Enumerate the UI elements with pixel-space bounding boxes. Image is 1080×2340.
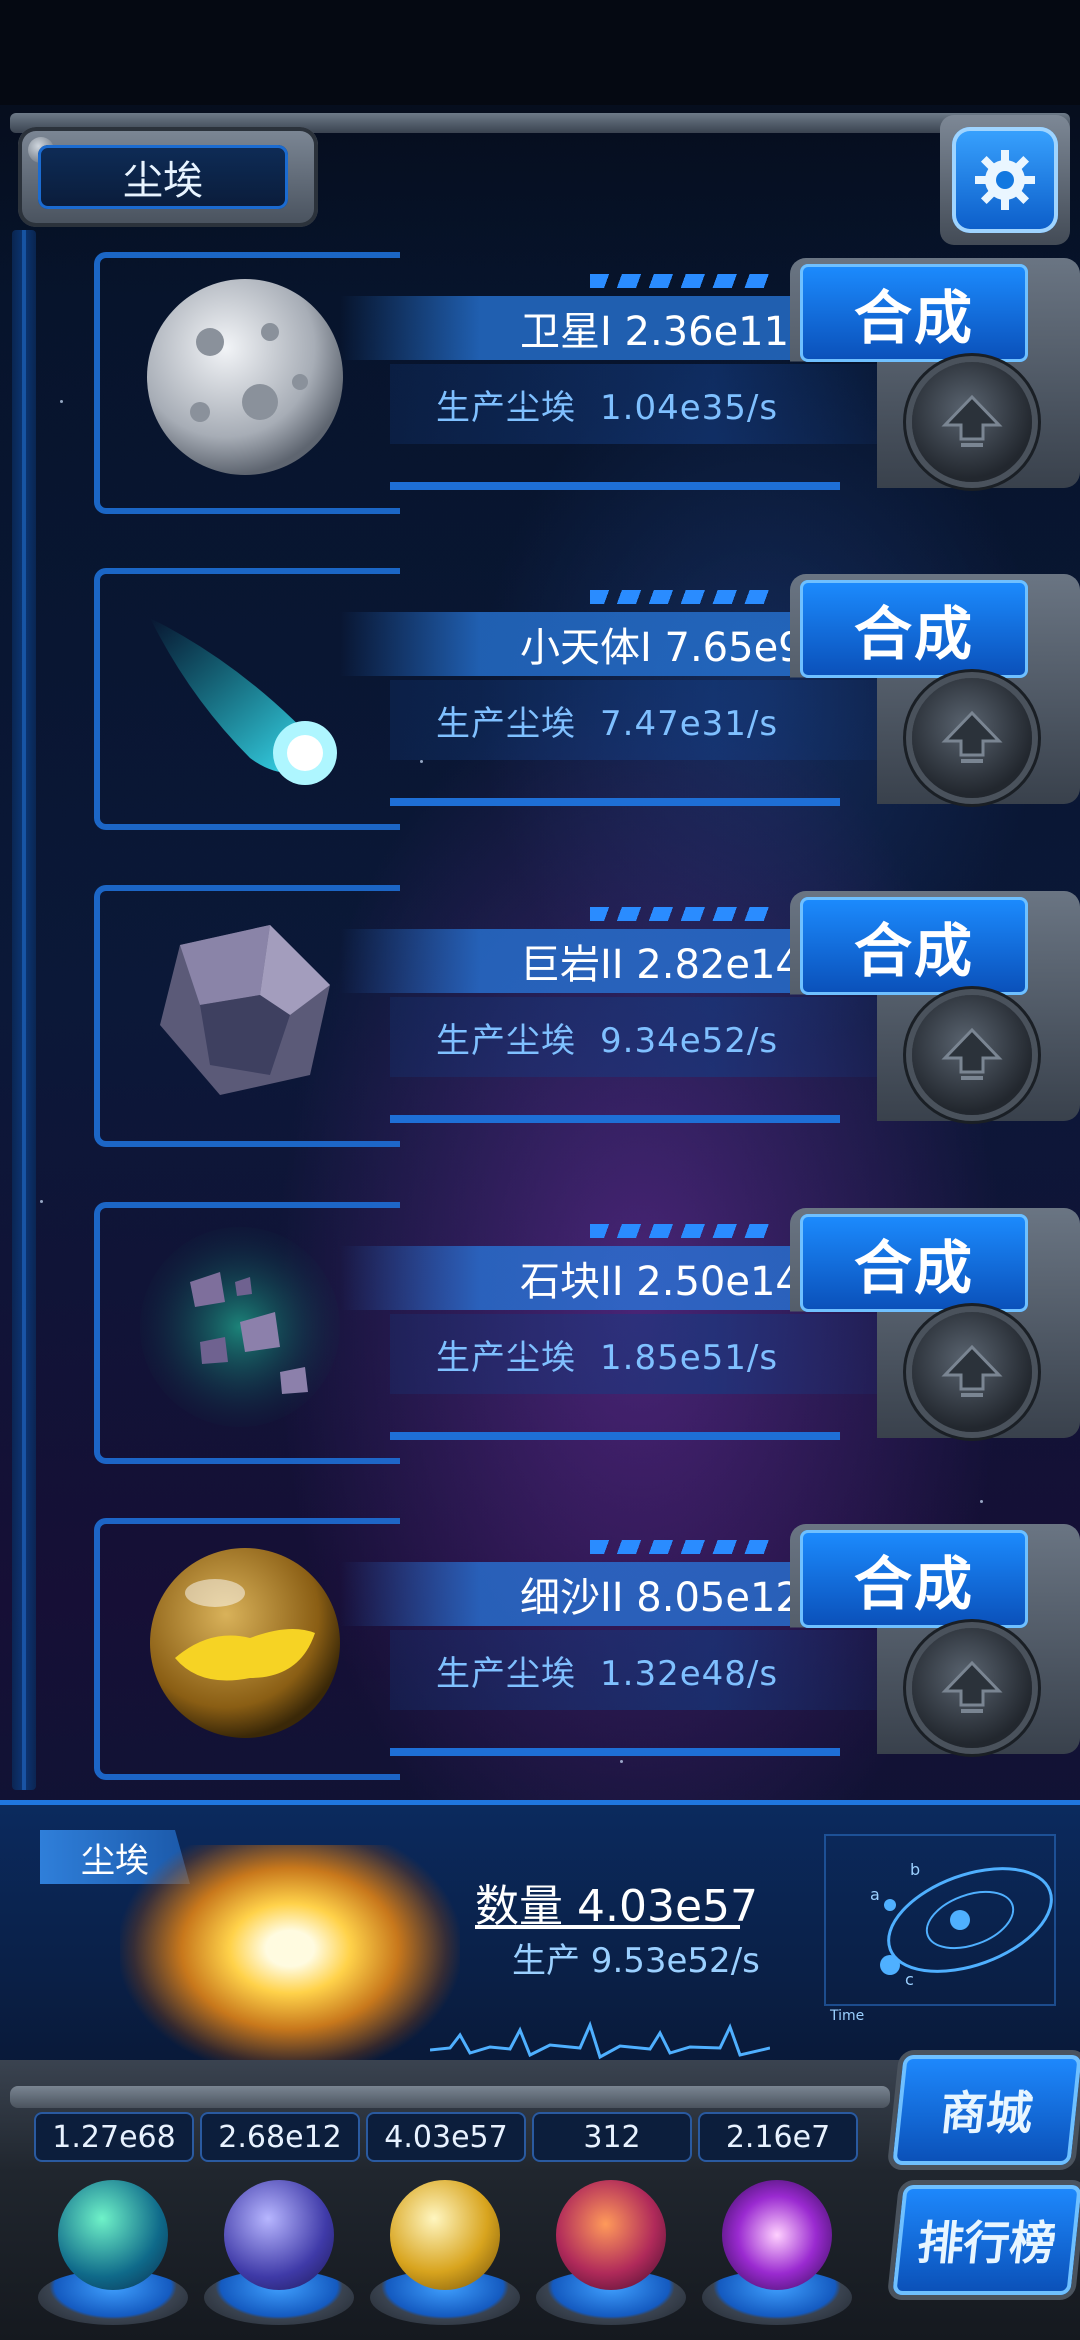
- atom-orb-icon: [58, 2180, 168, 2290]
- boulder-icon: [160, 925, 330, 1095]
- page-title: 尘埃: [38, 145, 288, 209]
- card-stone: 石块II 2.50e14 生产尘埃 1.85e51/s 合成: [90, 1202, 1080, 1464]
- arrow-up-icon: [941, 1344, 1003, 1397]
- combine-button[interactable]: 合成: [800, 580, 1028, 678]
- card-name: 石块II 2.50e14: [520, 1259, 801, 1305]
- dock-rail: [10, 2086, 890, 2108]
- card-underline: [390, 1432, 840, 1440]
- card-prod-bar: 生产尘埃 7.47e31/s: [390, 680, 930, 760]
- orbit-label-a: a: [870, 1885, 880, 1904]
- card-underline: [390, 1115, 840, 1123]
- left-rail: [12, 230, 36, 1790]
- comet-icon: [150, 618, 337, 785]
- orbit-label-c: c: [905, 1970, 914, 1989]
- orbit-label-time: Time: [829, 2008, 864, 2024]
- gear-icon: [975, 150, 1035, 210]
- shop-button[interactable]: 商城: [892, 2055, 1080, 2165]
- lightning-orb-icon: [224, 2180, 334, 2290]
- settings-button[interactable]: [952, 127, 1058, 233]
- dust-orb-icon: [390, 2180, 500, 2290]
- dust-nebula-image: [120, 1845, 460, 2075]
- card-name: 细沙II 8.05e12: [520, 1575, 801, 1621]
- card-production: 生产尘埃 1.85e51/s: [436, 1337, 779, 1378]
- dust-rate: 生产 9.53e52/s: [512, 1941, 760, 1981]
- slot-brain[interactable]: [536, 2180, 686, 2330]
- card-name: 巨岩II 2.82e14: [520, 942, 801, 988]
- resource-counter: 2.16e7: [698, 2112, 858, 2162]
- combine-button[interactable]: 合成: [800, 897, 1028, 995]
- upgrade-button[interactable]: [912, 1628, 1032, 1748]
- card-dash: [590, 907, 770, 921]
- card-fine-sand: 细沙II 8.05e12 生产尘埃 1.32e48/s 合成: [90, 1518, 1080, 1780]
- upgrade-button[interactable]: [912, 362, 1032, 482]
- header: 尘埃: [0, 105, 1080, 245]
- satellite-moon-icon: [147, 279, 343, 475]
- quantity-underline: [475, 1925, 740, 1929]
- waveform-graphic: [430, 2020, 770, 2060]
- title-plate: 尘埃: [18, 127, 318, 227]
- card-name: 小天体I 7.65e9: [520, 625, 804, 671]
- card-production: 生产尘埃 1.04e35/s: [436, 387, 779, 428]
- arrow-up-icon: [941, 1660, 1003, 1713]
- card-small-body: 小天体I 7.65e9 生产尘埃 7.47e31/s 合成: [90, 568, 1080, 830]
- card-production: 生产尘埃 7.47e31/s: [436, 703, 779, 744]
- status-bar-area: [0, 0, 1080, 105]
- orbit-diagram: a b c Time: [824, 1834, 1056, 2024]
- arrow-up-icon: [941, 710, 1003, 763]
- card-production: 生产尘埃 9.34e52/s: [436, 1020, 779, 1061]
- slot-lightning[interactable]: [204, 2180, 354, 2330]
- leaderboard-button[interactable]: 排行榜: [892, 2185, 1080, 2295]
- card-prod-bar: 生产尘埃 1.04e35/s: [390, 364, 930, 444]
- slot-atom[interactable]: [38, 2180, 188, 2330]
- vortex-orb-icon: [722, 2180, 832, 2290]
- card-dash: [590, 274, 770, 288]
- upgrade-button[interactable]: [912, 678, 1032, 798]
- card-dash: [590, 1540, 770, 1554]
- card-satellite: 卫星I 2.36e11 生产尘埃 1.04e35/s 合成: [90, 252, 1080, 514]
- card-dash: [590, 590, 770, 604]
- resource-counter: 1.27e68: [34, 2112, 194, 2162]
- card-production: 生产尘埃 1.32e48/s: [436, 1653, 779, 1694]
- orbit-label-b: b: [910, 1860, 920, 1879]
- brain-orb-icon: [556, 2180, 666, 2290]
- slot-vortex[interactable]: [702, 2180, 852, 2330]
- card-underline: [390, 798, 840, 806]
- card-prod-bar: 生产尘埃 1.32e48/s: [390, 1630, 930, 1710]
- arrow-up-icon: [941, 394, 1003, 447]
- card-underline: [390, 1748, 840, 1756]
- card-prod-bar: 生产尘埃 1.85e51/s: [390, 1314, 930, 1394]
- upgrade-button[interactable]: [912, 1312, 1032, 1432]
- upgrade-button[interactable]: [912, 995, 1032, 1115]
- arrow-up-icon: [941, 1027, 1003, 1080]
- card-prod-bar: 生产尘埃 9.34e52/s: [390, 997, 930, 1077]
- slot-dust[interactable]: [370, 2180, 520, 2330]
- sand-orb-icon: [150, 1548, 340, 1738]
- card-dash: [590, 1224, 770, 1238]
- card-underline: [390, 482, 840, 490]
- card-boulder: 巨岩II 2.82e14 生产尘埃 9.34e52/s 合成: [90, 885, 1080, 1147]
- resource-counter: 4.03e57: [366, 2112, 526, 2162]
- settings-frame: [940, 115, 1070, 245]
- card-name: 卫星I 2.36e11: [520, 309, 790, 355]
- combine-button[interactable]: 合成: [800, 264, 1028, 362]
- resource-counter: 312: [532, 2112, 692, 2162]
- combine-button[interactable]: 合成: [800, 1530, 1028, 1628]
- stone-cluster-icon: [140, 1227, 340, 1427]
- resource-counter: 2.68e12: [200, 2112, 360, 2162]
- combine-button[interactable]: 合成: [800, 1214, 1028, 1312]
